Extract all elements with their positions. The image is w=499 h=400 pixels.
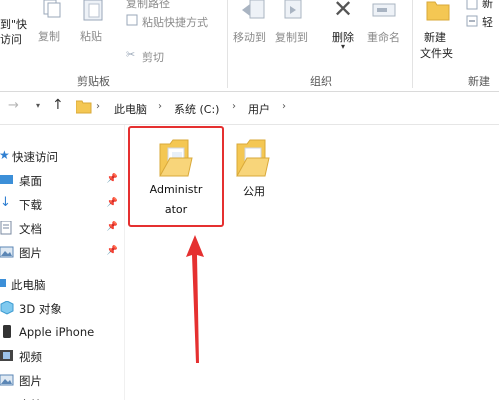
download-arrow-icon: ↓: [0, 195, 11, 210]
video-icon: [0, 350, 13, 361]
nav-item-3d-objects[interactable]: 3D 对象: [0, 297, 124, 319]
nav-item-videos[interactable]: 视频: [0, 345, 124, 367]
nav-item-label: 桌面: [19, 174, 42, 188]
ribbon-separator: [227, 0, 228, 88]
move-to-button[interactable]: 移动到: [233, 29, 266, 45]
nav-item-documents[interactable]: 文档 📌: [0, 217, 124, 239]
pin-quick-access-label-2[interactable]: 访问: [0, 31, 22, 47]
breadcrumb-item[interactable]: 此电脑: [114, 101, 147, 117]
nav-item-label: 图片: [19, 374, 42, 388]
nav-item-pictures-2[interactable]: 图片: [0, 369, 124, 391]
new-folder-label-2[interactable]: 文件夹: [420, 45, 453, 61]
paste-shortcut-button[interactable]: 粘贴快捷方式: [142, 14, 208, 30]
computer-icon: [0, 279, 6, 287]
nav-item-pictures[interactable]: 图片 📌: [0, 241, 124, 263]
paste-button[interactable]: 粘贴: [80, 28, 102, 44]
nav-item-documents-2[interactable]: 文档: [0, 393, 124, 400]
folder-icon: [236, 139, 270, 177]
folder-public[interactable]: 公用: [226, 128, 282, 208]
copy-path-button[interactable]: 复制路径: [126, 0, 170, 11]
chevron-right-icon[interactable]: ›: [232, 101, 236, 112]
rename-button[interactable]: 重命名: [367, 29, 400, 45]
pin-icon: 📌: [106, 222, 118, 232]
annotation-arrow-icon: [186, 235, 204, 363]
nav-item-label: 快速访问: [12, 150, 58, 164]
cut-button[interactable]: 剪切: [142, 49, 164, 65]
pin-icon: 📌: [106, 174, 118, 184]
copy-icon[interactable]: [40, 0, 62, 18]
desktop-icon: [0, 175, 13, 184]
recent-locations-icon[interactable]: ▾: [36, 101, 40, 110]
pin-icon: 📌: [106, 198, 118, 208]
new-item-button[interactable]: 新: [482, 0, 493, 11]
chevron-right-icon[interactable]: ›: [158, 101, 162, 112]
ribbon-separator: [412, 0, 413, 88]
breadcrumb-item[interactable]: 用户: [248, 101, 270, 117]
copy-button[interactable]: 复制: [38, 28, 60, 44]
easy-access-button[interactable]: 轻: [482, 14, 493, 30]
up-arrow-icon[interactable]: ↑: [52, 97, 64, 113]
breadcrumb-item[interactable]: 系统 (C:): [174, 101, 219, 117]
easy-access-icon: [466, 15, 478, 27]
copy-to-button[interactable]: 复制到: [275, 29, 308, 45]
nav-item-apple-iphone[interactable]: Apple iPhone: [0, 321, 124, 343]
nav-item-label: 视频: [19, 350, 42, 364]
nav-item-quick-access[interactable]: ★ 快速访问: [0, 145, 124, 167]
nav-item-this-pc[interactable]: 此电脑: [0, 273, 124, 295]
nav-item-desktop[interactable]: 桌面 📌: [0, 169, 124, 191]
phone-icon: [3, 325, 11, 338]
organize-group-label: 组织: [310, 75, 332, 88]
new-group-label: 新建: [468, 75, 490, 88]
nav-item-label: 文档: [19, 222, 42, 236]
document-icon: [0, 221, 12, 235]
nav-item-label: 此电脑: [11, 278, 46, 292]
chevron-right-icon[interactable]: ›: [282, 101, 286, 112]
move-to-icon[interactable]: [240, 0, 268, 22]
chevron-right-icon[interactable]: ›: [96, 101, 100, 112]
folder-name: 公用: [243, 185, 265, 198]
new-folder-icon[interactable]: [426, 0, 450, 22]
nav-item-label: 3D 对象: [19, 302, 62, 316]
picture-icon: [0, 246, 14, 258]
breadcrumb[interactable]: › 此电脑 › 系统 (C:) › 用户 ›: [72, 92, 492, 124]
ribbon: 到"快 访问 复制 粘贴 复制路径 粘贴快捷方式 ✂ 剪切 剪贴板 移动到 复制…: [0, 0, 499, 92]
scissors-icon: ✂: [126, 48, 136, 61]
highlight-box: [128, 126, 224, 227]
pin-quick-access-label[interactable]: 到"快: [0, 16, 27, 32]
chevron-down-icon[interactable]: ▾: [341, 42, 345, 51]
cube-icon: [0, 301, 14, 315]
nav-item-label: 下载: [19, 198, 42, 212]
clipboard-group-label: 剪贴板: [77, 75, 110, 88]
navigation-pane: ★ 快速访问 桌面 📌 ↓ 下载 📌 文档 📌 图片 📌 此电脑 3D 对象 A…: [0, 125, 125, 400]
folder-icon: [76, 100, 92, 114]
paste-icon[interactable]: [82, 0, 104, 22]
address-bar: → ▾ ↑ › 此电脑 › 系统 (C:) › 用户 ›: [0, 92, 499, 125]
new-folder-label-1[interactable]: 新建: [424, 29, 446, 45]
star-icon: ★: [0, 148, 10, 162]
paste-shortcut-icon: [126, 14, 138, 26]
delete-icon[interactable]: ✕: [333, 0, 353, 21]
pin-icon: 📌: [106, 246, 118, 256]
picture-icon: [0, 374, 14, 386]
rename-icon[interactable]: [372, 2, 396, 20]
new-item-icon: [466, 0, 478, 10]
nav-item-downloads[interactable]: ↓ 下载 📌: [0, 193, 124, 215]
nav-item-label: Apple iPhone: [19, 325, 95, 339]
nav-item-label: 图片: [19, 246, 42, 260]
copy-to-icon[interactable]: [282, 0, 306, 22]
forward-arrow-icon[interactable]: →: [8, 98, 19, 113]
